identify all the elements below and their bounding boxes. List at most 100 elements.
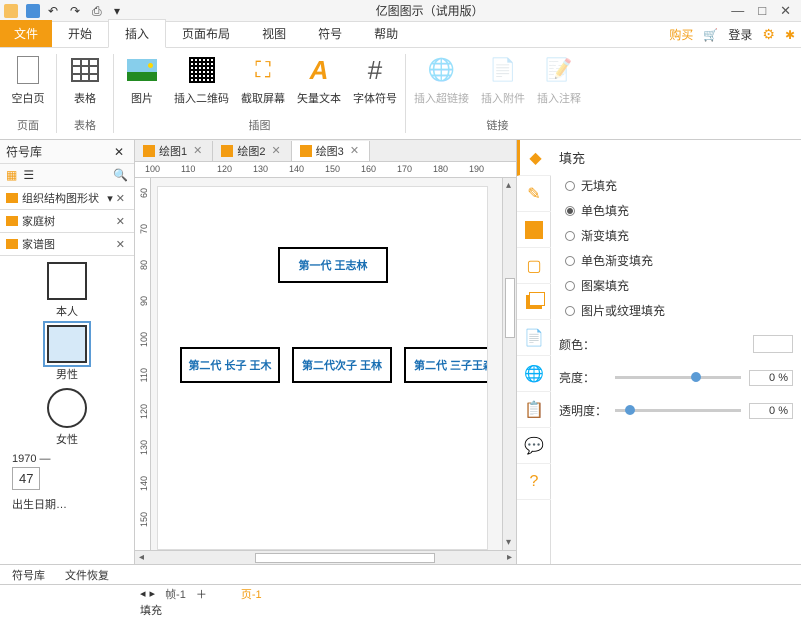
library-icon[interactable]: ▦ [6,168,17,182]
brightness-value[interactable]: 0 % [749,370,793,386]
doc-tab-2[interactable]: 绘图2 ✕ [213,141,291,161]
tab-close[interactable]: ✕ [191,144,204,157]
tab-start[interactable]: 开始 [52,20,108,47]
scroll-thumb[interactable] [505,278,515,338]
fill-solid-gradient[interactable]: 单色渐变填充 [565,252,793,269]
category-org-chart[interactable]: 组织结构图形状 ▾ ✕ [0,187,134,210]
scroll-thumb[interactable] [255,553,435,563]
doc-tab-icon[interactable]: 📋 [517,392,551,428]
save-icon[interactable] [26,4,40,18]
shape-female[interactable]: 女性 [6,388,128,447]
tab-close[interactable]: ✕ [269,144,282,157]
color-tab-icon[interactable] [517,212,551,248]
symbol-lib-tab[interactable]: 符号库 [6,566,51,584]
sheet-next[interactable]: ▸ [150,587,156,600]
horizontal-scrollbar[interactable]: ◂ ▸ [135,550,516,564]
maximize-button[interactable]: □ [758,3,766,19]
shadow-tab-icon[interactable]: ▢ [517,248,551,284]
scroll-right-icon[interactable]: ▸ [507,552,512,563]
frame-tab[interactable]: 帧-1 [159,586,192,602]
brightness-row: 亮度： 0 % [559,369,793,386]
year-value[interactable]: 47 [12,467,40,490]
fill-tab-icon[interactable]: ◆ [517,140,551,176]
panel-close-button[interactable]: ✕ [110,145,128,159]
print-icon[interactable]: ⎙ [92,4,106,18]
attachment-button: 📄 插入附件 [481,54,525,106]
scroll-up-icon[interactable]: ▴ [506,180,511,191]
page-tab-icon[interactable]: 📄 [517,320,551,356]
table-icon [71,58,99,82]
settings-icon[interactable] [762,26,775,43]
qrcode-button[interactable]: 插入二维码 [174,54,229,106]
window-buttons: — □ ✕ [731,3,801,19]
cart-icon[interactable]: 🛒 [703,28,718,42]
help-tab-icon[interactable]: ? [517,464,551,500]
scroll-left-icon[interactable]: ◂ [139,552,144,563]
node-child-1[interactable]: 第二代 长子 王木 [180,347,280,383]
file-menu[interactable]: 文件 [0,20,52,47]
line-tab-icon[interactable]: ✎ [517,176,551,212]
doc-tab-3[interactable]: 绘图3 ✕ [292,141,370,161]
redo-icon[interactable]: ↷ [70,4,84,18]
vertical-scrollbar[interactable]: ▴ ▾ [502,178,516,550]
sheet-tabs: ◂ ▸ 帧-1 ＋ 页-1 [0,584,801,602]
qat-more-icon[interactable]: ▾ [114,4,128,18]
symbol-char-button[interactable]: # 字体符号 [353,54,397,106]
drawing-canvas[interactable]: 第一代 王志林 第二代 长子 王木 第二代次子 王林 第二代 三子王森 [157,186,488,550]
sheet-prev[interactable]: ◂ [140,587,146,600]
page-tab[interactable]: 页-1 [235,586,268,602]
fill-none[interactable]: 无填充 [565,177,793,194]
layer-tab-icon[interactable] [517,284,551,320]
vector-text-button[interactable]: A 矢量文本 [297,54,341,106]
comment-tab-icon[interactable]: 💬 [517,428,551,464]
folder-icon [6,216,18,226]
tab-help[interactable]: 帮助 [358,20,414,47]
screenshot-button[interactable]: ⛶ 截取屏幕 [241,54,285,106]
color-swatch[interactable] [753,335,793,353]
fill-pattern[interactable]: 图案填充 [565,277,793,294]
doc-icon [221,145,233,157]
sheet-add[interactable]: ＋ [196,586,207,602]
app-icon [4,4,18,18]
tab-symbol[interactable]: 符号 [302,20,358,47]
opacity-slider[interactable] [615,409,741,412]
hash-icon: # [368,55,382,86]
scroll-down-icon[interactable]: ▾ [506,537,511,548]
doc-tab-1[interactable]: 绘图1 ✕ [135,141,213,161]
qr-icon [189,57,215,83]
tab-layout[interactable]: 页面布局 [166,20,246,47]
shape-self[interactable]: 本人 [6,262,128,319]
node-child-3[interactable]: 第二代 三子王森 [404,347,488,383]
category-close[interactable]: ✕ [113,215,128,228]
buy-link[interactable]: 购买 [669,26,693,43]
tab-insert[interactable]: 插入 [108,19,166,48]
brightness-slider[interactable] [615,376,741,379]
undo-icon[interactable]: ↶ [48,4,62,18]
fill-solid[interactable]: 单色填充 [565,202,793,219]
tab-view[interactable]: 视图 [246,20,302,47]
tab-close[interactable]: ✕ [348,144,361,157]
search-icon[interactable] [113,168,128,182]
node-gen1[interactable]: 第一代 王志林 [278,247,388,283]
color-label: 颜色： [559,336,607,353]
category-genealogy[interactable]: 家谱图 ✕ [0,233,134,256]
logo-icon: ✱ [785,28,795,42]
ribbon-group-link: 🌐 插入超链接 📄 插入附件 📝 插入注释 链接 [406,48,589,139]
file-recovery-tab[interactable]: 文件恢复 [59,566,115,584]
category-family-tree[interactable]: 家庭树 ✕ [0,210,134,233]
list-icon[interactable]: ☰ [23,168,34,182]
minimize-button[interactable]: — [731,3,744,19]
fill-gradient[interactable]: 渐变填充 [565,227,793,244]
globe-tab-icon[interactable]: 🌐 [517,356,551,392]
node-child-2[interactable]: 第二代次子 王林 [292,347,392,383]
image-button[interactable]: 图片 [122,54,162,106]
opacity-value[interactable]: 0 % [749,403,793,419]
category-close[interactable]: ✕ [113,192,128,205]
shape-male[interactable]: 男性 [6,325,128,382]
close-button[interactable]: ✕ [780,3,791,19]
blank-page-button[interactable]: 空白页 [8,54,48,106]
table-button[interactable]: 表格 [65,54,105,106]
fill-texture[interactable]: 图片或纹理填充 [565,302,793,319]
category-close[interactable]: ✕ [113,238,128,251]
login-link[interactable]: 登录 [728,26,752,43]
